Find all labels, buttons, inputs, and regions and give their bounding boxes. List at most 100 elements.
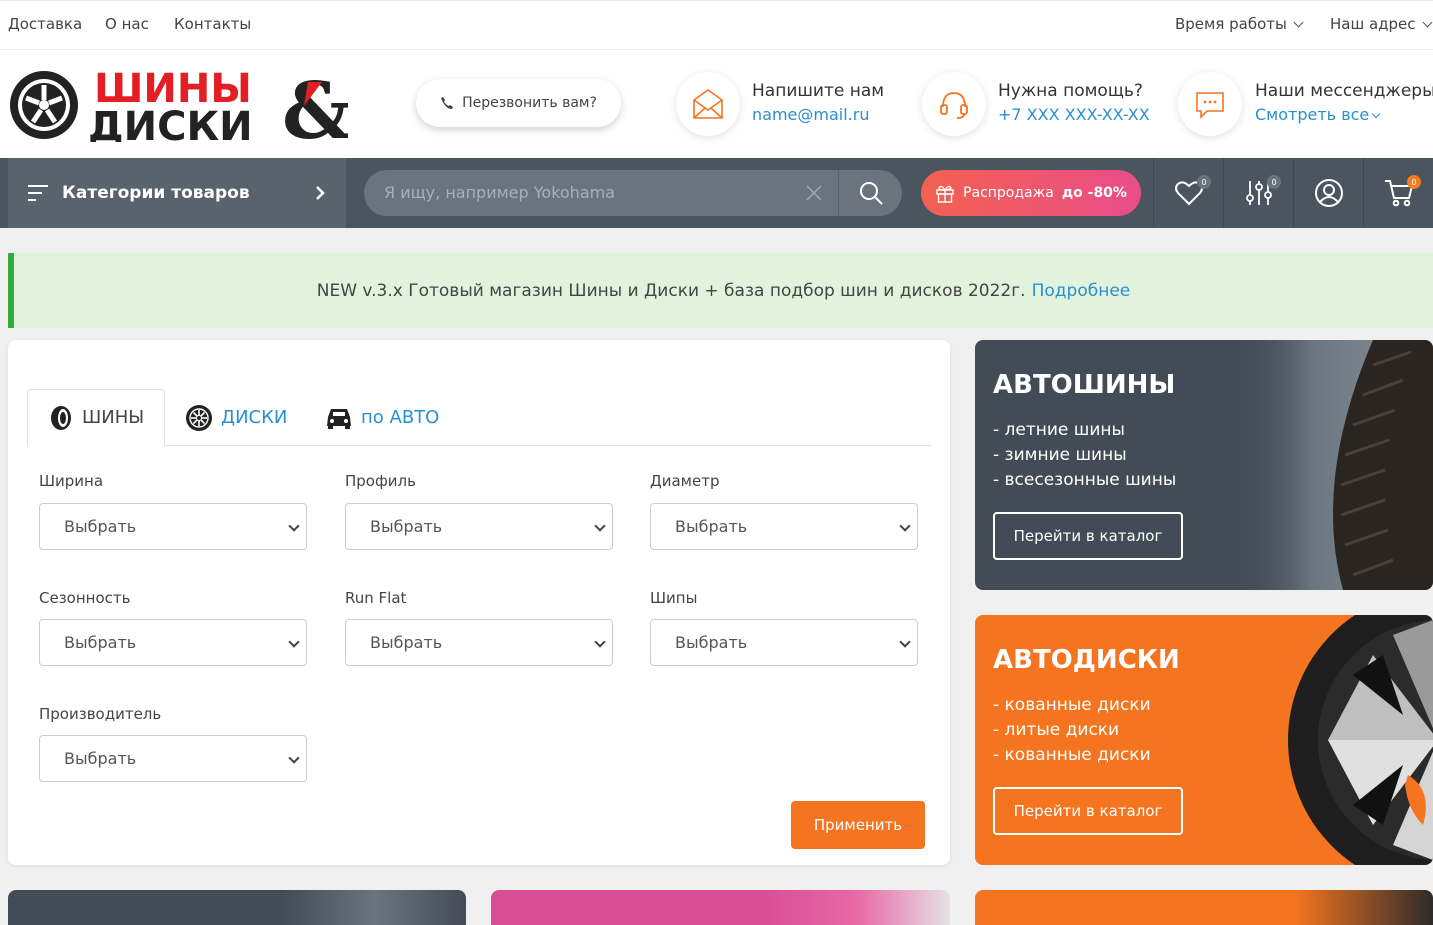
search-icon[interactable]	[858, 180, 884, 206]
chevron-down-icon	[899, 636, 911, 648]
promo-tires-card: АВТОШИНЫ - летние шины - зимние шины - в…	[975, 340, 1433, 590]
compare-badge: 0	[1267, 175, 1281, 189]
chat-icon	[1178, 72, 1242, 136]
studs-label: Шипы	[650, 589, 698, 607]
contact-phone-link[interactable]: +7 XXX XXX-XX-XX	[998, 105, 1150, 124]
profile-select[interactable]: Выбрать	[345, 503, 613, 550]
chevron-right-icon	[316, 186, 325, 200]
apply-button[interactable]: Применить	[791, 801, 925, 849]
filter-tabs: ШИНЫ ДИСКИ по АВТО	[27, 389, 931, 446]
clear-icon[interactable]	[805, 184, 823, 202]
tab-tires[interactable]: ШИНЫ	[27, 389, 166, 446]
cart-badge: 0	[1407, 175, 1421, 189]
notice-banner: NEW v.3.x Готовый магазин Шины и Диски +…	[8, 253, 1433, 328]
studs-select-value: Выбрать	[675, 633, 748, 652]
season-select-value: Выбрать	[64, 633, 137, 652]
car-icon	[327, 408, 351, 429]
season-select[interactable]: Выбрать	[39, 619, 307, 666]
delivery-link[interactable]: Доставка	[8, 15, 82, 33]
chevron-down-icon	[288, 520, 300, 532]
promo-wheels-catalog-button[interactable]: Перейти в каталог	[993, 787, 1183, 835]
compare-button[interactable]: 0	[1223, 158, 1293, 228]
notice-more-link[interactable]: Подробнее	[1032, 281, 1131, 301]
site-logo[interactable]: ШИНЫ ДИСКИ &	[8, 66, 352, 157]
svg-text:&: &	[282, 68, 348, 142]
profile-label: Профиль	[345, 472, 416, 490]
runflat-select[interactable]: Выбрать	[345, 619, 613, 666]
promo-wheels-card: АВТОДИСКИ - кованные диски - литые диски…	[975, 615, 1433, 865]
sale-label: Распродажа	[963, 185, 1054, 201]
promo-tires-item[interactable]: - зимние шины	[993, 445, 1127, 465]
promo-tires-title: АВТОШИНЫ	[993, 370, 1176, 400]
notice-text: NEW v.3.x Готовый магазин Шины и Диски +…	[316, 280, 1026, 301]
account-button[interactable]	[1293, 158, 1363, 228]
top-bar: Доставка О нас Контакты Время работы Наш…	[0, 0, 1433, 50]
wheel-icon	[186, 404, 212, 431]
wheel-image	[1288, 615, 1433, 865]
chevron-down-icon	[288, 636, 300, 648]
chevron-down-icon	[1293, 17, 1304, 28]
phone-icon	[441, 97, 454, 109]
contacts-link[interactable]: Контакты	[174, 15, 251, 33]
tab-wheels[interactable]: ДИСКИ	[185, 389, 287, 446]
sale-button[interactable]: Распродажа до -80%	[921, 170, 1141, 216]
promo-wheels-item[interactable]: - кованные диски	[993, 695, 1151, 715]
address-dropdown[interactable]: Наш адрес	[1330, 15, 1432, 33]
promo-wheels-item[interactable]: - кованные диски	[993, 745, 1151, 765]
bottom-card-2[interactable]	[491, 890, 950, 925]
promo-tires-item[interactable]: - летние шины	[993, 420, 1125, 440]
width-select[interactable]: Выбрать	[39, 503, 307, 550]
cart-button[interactable]: 0	[1363, 158, 1433, 228]
wishlist-badge: 0	[1197, 175, 1211, 189]
chevron-down-icon	[1372, 109, 1381, 119]
tire-icon	[51, 405, 71, 430]
chevron-down-icon	[288, 752, 300, 764]
chevron-down-icon	[1422, 17, 1432, 28]
tab-wheels-label: ДИСКИ	[221, 407, 288, 428]
bottom-card-1[interactable]	[8, 890, 466, 925]
search-input[interactable]: Я ищу, например Yokohama	[384, 183, 615, 202]
hours-label: Время работы	[1175, 15, 1287, 33]
envelope-icon	[676, 72, 740, 136]
logo-text-2: ДИСКИ	[88, 104, 253, 142]
about-link[interactable]: О нас	[105, 15, 149, 33]
hours-dropdown[interactable]: Время работы	[1175, 15, 1304, 33]
messengers-link[interactable]: Смотреть все	[1255, 105, 1381, 124]
promo-tires-item[interactable]: - всесезонные шины	[993, 470, 1176, 490]
manufacturer-select[interactable]: Выбрать	[39, 735, 307, 782]
categories-label: Категории товаров	[62, 183, 250, 203]
nav-bar: Категории товаров Я ищу, например Yokoha…	[0, 158, 1433, 228]
tire-image	[1233, 340, 1433, 590]
diameter-label: Диаметр	[650, 472, 720, 490]
studs-select[interactable]: Выбрать	[650, 619, 918, 666]
address-label: Наш адрес	[1330, 15, 1416, 33]
contact-help-title: Нужна помощь?	[998, 81, 1143, 101]
bottom-card-3[interactable]	[975, 890, 1433, 925]
user-icon	[1314, 179, 1343, 207]
headset-icon	[922, 72, 986, 136]
tab-by-car-label: по АВТО	[361, 407, 440, 428]
categories-button[interactable]: Категории товаров	[8, 158, 346, 228]
header: ШИНЫ ДИСКИ & Перезвонить вам? Напишите н…	[0, 50, 1433, 158]
messengers-link-label: Смотреть все	[1255, 105, 1370, 124]
callback-label: Перезвонить вам?	[462, 95, 597, 111]
chevron-down-icon	[594, 636, 606, 648]
contact-messengers-title: Наши мессенджеры	[1255, 81, 1433, 101]
promo-wheels-item[interactable]: - литые диски	[993, 720, 1119, 740]
runflat-label: Run Flat	[345, 589, 407, 607]
chevron-down-icon	[594, 520, 606, 532]
runflat-select-value: Выбрать	[370, 633, 443, 652]
tire-filter-panel: ШИНЫ ДИСКИ по АВТО Ширина Выбрать Профил…	[8, 340, 950, 865]
wishlist-button[interactable]: 0	[1153, 158, 1223, 228]
sale-discount: до -80%	[1061, 185, 1127, 201]
diameter-select[interactable]: Выбрать	[650, 503, 918, 550]
width-label: Ширина	[39, 472, 104, 490]
season-label: Сезонность	[39, 589, 131, 607]
logo-graphic: ШИНЫ ДИСКИ &	[10, 66, 352, 157]
contact-email-link[interactable]: name@mail.ru	[752, 105, 869, 124]
menu-icon	[28, 185, 48, 201]
tab-by-car[interactable]: по АВТО	[325, 389, 439, 446]
manufacturer-select-value: Выбрать	[64, 749, 137, 768]
promo-tires-catalog-button[interactable]: Перейти в каталог	[993, 512, 1183, 560]
callback-button[interactable]: Перезвонить вам?	[416, 79, 621, 127]
